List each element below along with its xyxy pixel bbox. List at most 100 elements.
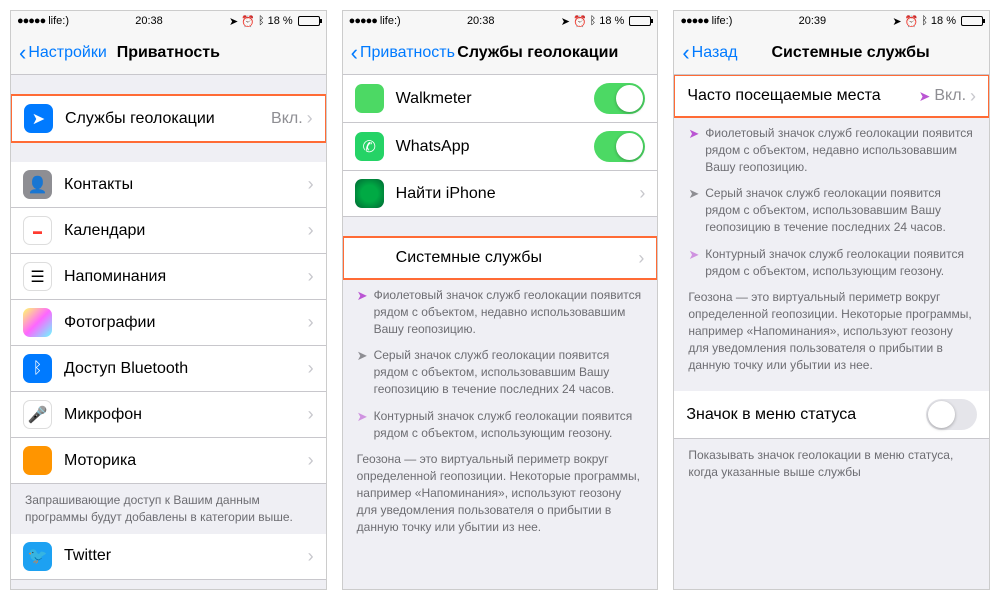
screen-system-services: ●●●●●life:) 20:39 ➤⏰ᛒ18 % ‹Назад Системн… <box>673 10 990 590</box>
status-note: Показывать значок геолокации в меню стат… <box>674 439 989 489</box>
navbar: ‹Настройки Приватность <box>11 31 326 75</box>
location-arrow-outline-icon: ➤ <box>688 246 699 280</box>
content: Часто посещаемые места ➤ Вкл. › ➤Фиолето… <box>674 75 989 589</box>
clock: 20:39 <box>799 15 827 27</box>
label: Walkmeter <box>396 90 595 108</box>
reminders-icon: ☰ <box>23 262 52 291</box>
geofence-note: Геозона — это виртуальный периметр вокру… <box>357 451 644 535</box>
status-bar: ●●●●●life:) 20:39 ➤⏰ᛒ18 % <box>674 11 989 31</box>
chevron-right-icon: › <box>308 312 314 333</box>
label: Найти iPhone <box>396 185 640 203</box>
location-arrow-gray-icon: ➤ <box>688 185 699 235</box>
findphone-icon <box>355 179 384 208</box>
chevron-right-icon: › <box>639 183 645 204</box>
label: Фотографии <box>64 314 308 332</box>
navbar: ‹Назад Системные службы <box>674 31 989 75</box>
calendar-icon: ▬ <box>23 216 52 245</box>
row-calendars[interactable]: ▬ Календари› <box>11 208 326 254</box>
back-label: Настройки <box>28 44 106 62</box>
row-photos[interactable]: Фотографии› <box>11 300 326 346</box>
row-whatsapp[interactable]: ✆ WhatsApp <box>343 123 658 171</box>
row-location-services[interactable]: ➤ Службы геолокации Вкл. › <box>11 94 326 143</box>
label: Значок в меню статуса <box>686 406 926 424</box>
battery-pct: 18 % <box>268 15 293 27</box>
chevron-right-icon: › <box>307 108 313 129</box>
bluetooth-icon: ᛒ <box>258 15 265 27</box>
chevron-right-icon: › <box>308 220 314 241</box>
label: Напоминания <box>64 268 308 286</box>
page-title: Приватность <box>117 44 220 62</box>
footer-note: Запрашивающие доступ к Вашим данным прог… <box>11 484 326 534</box>
row-reminders[interactable]: ☰ Напоминания› <box>11 254 326 300</box>
alarm-icon: ⏰ <box>241 15 255 28</box>
chevron-left-icon: ‹ <box>351 40 358 66</box>
screen-privacy: ●●●●●life:) 20:38 ➤⏰ᛒ18 % ‹Настройки При… <box>10 10 327 590</box>
chevron-right-icon: › <box>308 404 314 425</box>
row-bluetooth[interactable]: ᛒ Доступ Bluetooth› <box>11 346 326 392</box>
chevron-right-icon: › <box>308 546 314 567</box>
back-button[interactable]: ‹Приватность <box>351 40 455 66</box>
page-title: Системные службы <box>771 44 929 62</box>
label: Микрофон <box>64 406 308 424</box>
status-bar: ●●●●●life:) 20:38 ➤⏰ᛒ18 % <box>343 11 658 31</box>
toggle[interactable] <box>594 83 645 114</box>
label: WhatsApp <box>396 138 595 156</box>
location-icon: ➤ <box>24 104 53 133</box>
label: Системные службы <box>396 249 639 267</box>
row-system-services[interactable]: Системные службы› <box>343 236 658 280</box>
row-motion[interactable]: Моторика› <box>11 438 326 484</box>
geofence-note: Геозона — это виртуальный периметр вокру… <box>688 289 975 373</box>
row-microphone[interactable]: 🎤 Микрофон› <box>11 392 326 438</box>
twitter-icon: 🐦 <box>23 542 52 571</box>
label: Календари <box>64 222 308 240</box>
back-label: Приватность <box>360 44 455 62</box>
label: Часто посещаемые места <box>687 87 918 105</box>
legend: ➤Фиолетовый значок служб геолокации появ… <box>343 279 658 553</box>
label: Twitter <box>64 547 308 565</box>
back-button[interactable]: ‹Назад <box>682 40 737 66</box>
label: Контакты <box>64 176 308 194</box>
row-walkmeter[interactable]: Walkmeter <box>343 75 658 123</box>
contacts-icon: 👤 <box>23 170 52 199</box>
chevron-right-icon: › <box>308 266 314 287</box>
row-find-iphone[interactable]: Найти iPhone› <box>343 171 658 217</box>
motion-icon <box>23 446 52 475</box>
app-icon <box>355 84 384 113</box>
photos-icon <box>23 308 52 337</box>
back-button[interactable]: ‹Настройки <box>19 40 107 66</box>
row-frequent-locations[interactable]: Часто посещаемые места ➤ Вкл. › <box>674 75 989 118</box>
location-arrow-gray-icon: ➤ <box>357 347 368 397</box>
chevron-right-icon: › <box>308 450 314 471</box>
chevron-left-icon: ‹ <box>19 40 26 66</box>
signal-dots: ●●●●● <box>17 15 45 27</box>
whatsapp-icon: ✆ <box>355 132 384 161</box>
navbar: ‹Приватность Службы геолокации <box>343 31 658 75</box>
value: Вкл. <box>271 110 303 128</box>
screen-location-services: ●●●●●life:) 20:38 ➤⏰ᛒ18 % ‹Приватность С… <box>342 10 659 590</box>
clock: 20:38 <box>467 15 495 27</box>
content: Walkmeter ✆ WhatsApp Найти iPhone› Систем… <box>343 75 658 589</box>
mic-icon: 🎤 <box>23 400 52 429</box>
label: Доступ Bluetooth <box>64 360 308 378</box>
carrier: life:) <box>48 15 69 27</box>
location-icon: ➤ <box>229 15 238 28</box>
chevron-right-icon: › <box>308 358 314 379</box>
location-arrow-purple-icon: ➤ <box>357 287 368 337</box>
battery-icon <box>298 16 320 26</box>
toggle[interactable] <box>594 131 645 162</box>
chevron-right-icon: › <box>970 86 976 107</box>
location-arrow-icon: ➤ <box>919 88 931 105</box>
label: Моторика <box>64 452 308 470</box>
toggle[interactable] <box>926 399 977 430</box>
content: ➤ Службы геолокации Вкл. › 👤 Контакты › ▬ К… <box>11 75 326 589</box>
value: Вкл. <box>934 87 966 105</box>
back-label: Назад <box>692 44 738 62</box>
chevron-left-icon: ‹ <box>682 40 689 66</box>
bluetooth-icon: ᛒ <box>23 354 52 383</box>
status-bar: ●●●●●life:) 20:38 ➤⏰ᛒ18 % <box>11 11 326 31</box>
label: Службы геолокации <box>65 110 271 128</box>
clock: 20:38 <box>135 15 163 27</box>
row-status-icon[interactable]: Значок в меню статуса <box>674 391 989 439</box>
row-twitter[interactable]: 🐦 Twitter› <box>11 534 326 580</box>
row-contacts[interactable]: 👤Контакты› <box>11 162 326 208</box>
